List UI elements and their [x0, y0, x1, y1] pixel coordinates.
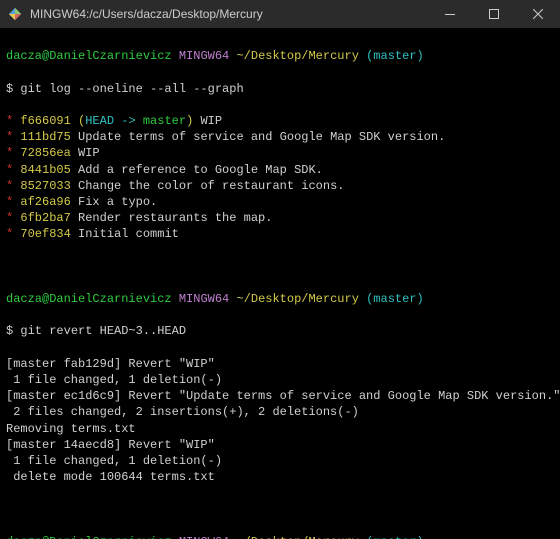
git-log-line: * 8527033 Change the color of restaurant…	[6, 178, 554, 194]
command-line: $ git log --oneline --all --graph	[6, 81, 554, 97]
git-log-line: * af26a96 Fix a typo.	[6, 194, 554, 210]
output-line: [master fab129d] Revert "WIP"	[6, 356, 554, 372]
git-log-line: * 6fb2ba7 Render restaurants the map.	[6, 210, 554, 226]
close-button[interactable]	[516, 0, 560, 28]
git-log-line: * f666091 (HEAD -> master) WIP	[6, 113, 554, 129]
command-line: $ git revert HEAD~3..HEAD	[6, 323, 554, 339]
prompt-line: dacza@DanielCzarnievicz MINGW64 ~/Deskto…	[6, 291, 554, 307]
output-line: 2 files changed, 2 insertions(+), 2 dele…	[6, 404, 554, 420]
prompt-line: dacza@DanielCzarnievicz MINGW64 ~/Deskto…	[6, 48, 554, 64]
git-log-line: * 111bd75 Update terms of service and Go…	[6, 129, 554, 145]
maximize-button[interactable]	[472, 0, 516, 28]
terminal-icon	[8, 7, 22, 21]
git-log-line: * 8441b05 Add a reference to Google Map …	[6, 162, 554, 178]
prompt-line: dacza@DanielCzarnievicz MINGW64 ~/Deskto…	[6, 534, 554, 539]
output-line: [master ec1d6c9] Revert "Update terms of…	[6, 388, 554, 404]
terminal-area[interactable]: dacza@DanielCzarnievicz MINGW64 ~/Deskto…	[0, 28, 560, 539]
window-title: MINGW64:/c/Users/dacza/Desktop/Mercury	[30, 7, 428, 21]
git-log-line: * 70ef834 Initial commit	[6, 226, 554, 242]
output-line: [master 14aecd8] Revert "WIP"	[6, 437, 554, 453]
git-log-line: * 72856ea WIP	[6, 145, 554, 161]
minimize-button[interactable]	[428, 0, 472, 28]
output-line: delete mode 100644 terms.txt	[6, 469, 554, 485]
output-line: 1 file changed, 1 deletion(-)	[6, 453, 554, 469]
output-line: 1 file changed, 1 deletion(-)	[6, 372, 554, 388]
output-line: Removing terms.txt	[6, 421, 554, 437]
window-titlebar: MINGW64:/c/Users/dacza/Desktop/Mercury	[0, 0, 560, 28]
